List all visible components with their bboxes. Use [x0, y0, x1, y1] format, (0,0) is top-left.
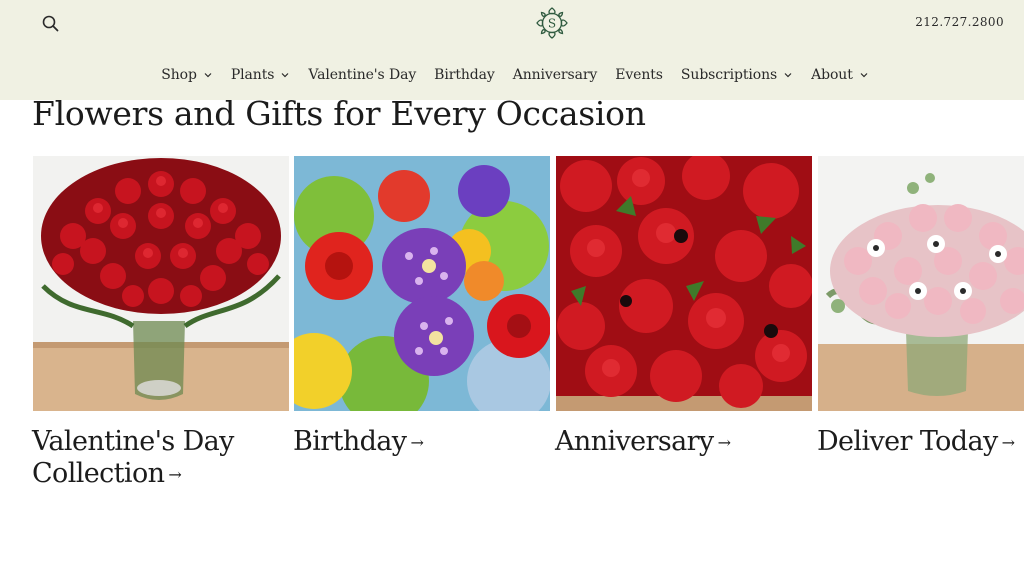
- nav-item-label: Events: [615, 67, 663, 83]
- tile-anniversary[interactable]: [556, 156, 812, 411]
- red-roses-vase-image: [33, 156, 289, 411]
- phone-number[interactable]: 212.727.2800: [915, 15, 1004, 29]
- nav-item-anniversary[interactable]: Anniversary: [513, 67, 598, 83]
- tile-deliver-today[interactable]: [818, 156, 1024, 411]
- chevron-down-icon: [204, 73, 212, 78]
- nav-item-plants[interactable]: Plants: [231, 67, 290, 83]
- logo-letter: S: [548, 17, 556, 31]
- logo[interactable]: S: [534, 5, 570, 41]
- nav-item-label: About: [811, 67, 853, 83]
- tile-valentines-day[interactable]: [33, 156, 289, 411]
- pink-roses-vase-image: [818, 156, 1024, 411]
- arrow-right-icon: →: [717, 433, 731, 452]
- nav-item-about[interactable]: About: [811, 67, 869, 83]
- chevron-down-icon: [784, 73, 792, 78]
- caption-line: Birthday: [293, 426, 407, 457]
- nav-item-valentines-day[interactable]: Valentine's Day: [308, 67, 416, 83]
- red-anemone-roses-image: [556, 156, 812, 411]
- chevron-down-icon: [860, 73, 868, 78]
- caption-line: Anniversary: [555, 426, 714, 457]
- nav-item-events[interactable]: Events: [615, 67, 663, 83]
- search-icon[interactable]: [40, 13, 62, 35]
- nav-item-label: Anniversary: [512, 67, 598, 83]
- tile-birthday[interactable]: [294, 156, 550, 411]
- caption-line: Valentine's Day: [32, 426, 234, 457]
- nav-item-label: Shop: [161, 67, 197, 83]
- nav-item-label: Plants: [230, 67, 275, 83]
- nav-item-shop[interactable]: Shop: [161, 67, 213, 83]
- nav-item-label: Birthday: [434, 67, 495, 83]
- arrow-right-icon: →: [168, 465, 182, 484]
- caption-line: Collection: [32, 458, 165, 489]
- nav-item-label: Subscriptions: [680, 67, 778, 83]
- tile-caption-valentines-day[interactable]: Valentine's Day Collection →: [32, 426, 234, 491]
- chevron-down-icon: [281, 73, 289, 78]
- caption-line: Deliver Today: [817, 426, 998, 457]
- nav-item-birthday[interactable]: Birthday: [434, 67, 495, 83]
- section-heading: Flowers and Gifts for Every Occasion: [32, 94, 646, 133]
- main-nav: Shop Plants Valentine's Day Birthday Ann…: [0, 63, 1024, 87]
- arrow-right-icon: →: [410, 433, 424, 452]
- tile-caption-anniversary[interactable]: Anniversary →: [555, 426, 731, 459]
- tile-caption-deliver-today[interactable]: Deliver Today →: [817, 426, 1015, 459]
- nav-item-subscriptions[interactable]: Subscriptions: [681, 67, 793, 83]
- arrow-right-icon: →: [1001, 433, 1015, 452]
- site-header: S 212.727.2800 Shop Plants Valentine's D…: [0, 0, 1024, 100]
- nav-item-label: Valentine's Day: [308, 67, 417, 83]
- mixed-bouquet-image: [294, 156, 550, 411]
- tile-caption-birthday[interactable]: Birthday →: [293, 426, 424, 459]
